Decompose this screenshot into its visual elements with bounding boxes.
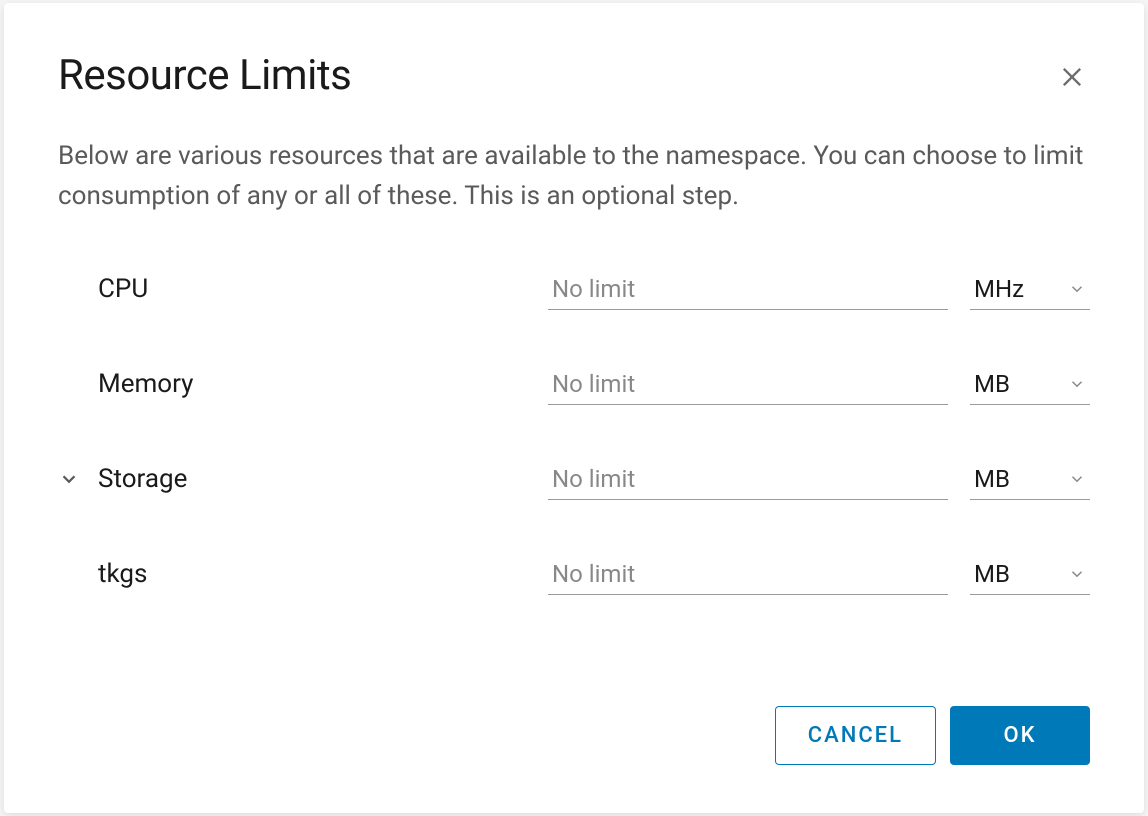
label-tkgs: tkgs xyxy=(58,559,548,589)
dialog-header: Resource Limits xyxy=(58,51,1090,100)
resource-limits-dialog: Resource Limits Below are various resour… xyxy=(4,3,1144,813)
close-button[interactable] xyxy=(1054,59,1090,95)
row-storage: Storage MB xyxy=(58,459,1090,500)
storage-expand-toggle[interactable] xyxy=(58,468,98,490)
dialog-footer: CANCEL OK xyxy=(58,706,1090,765)
input-col-cpu: MHz xyxy=(548,269,1090,310)
chevron-down-icon xyxy=(1068,375,1086,393)
tkgs-unit-value: MB xyxy=(974,560,1010,588)
cpu-unit-value: MHz xyxy=(974,275,1024,303)
tkgs-unit-select[interactable]: MB xyxy=(970,554,1090,595)
chevron-down-icon xyxy=(1068,470,1086,488)
label-storage-col: Storage xyxy=(58,464,548,494)
memory-input[interactable] xyxy=(548,364,948,405)
form-rows: CPU MHz Memory MB xyxy=(58,269,1090,595)
label-memory: Memory xyxy=(58,369,548,399)
storage-input[interactable] xyxy=(548,459,948,500)
row-memory: Memory MB xyxy=(58,364,1090,405)
input-col-tkgs: MB xyxy=(548,554,1090,595)
cpu-input[interactable] xyxy=(548,269,948,310)
dialog-title: Resource Limits xyxy=(58,51,351,100)
chevron-down-icon xyxy=(58,468,80,490)
ok-button[interactable]: OK xyxy=(950,706,1090,765)
storage-unit-select[interactable]: MB xyxy=(970,459,1090,500)
dialog-description: Below are various resources that are ava… xyxy=(58,136,1090,217)
input-col-storage: MB xyxy=(548,459,1090,500)
chevron-down-icon xyxy=(1068,565,1086,583)
tkgs-input[interactable] xyxy=(548,554,948,595)
chevron-down-icon xyxy=(1068,280,1086,298)
cpu-unit-select[interactable]: MHz xyxy=(970,269,1090,310)
memory-unit-value: MB xyxy=(974,370,1010,398)
label-cpu: CPU xyxy=(58,274,548,304)
cancel-button[interactable]: CANCEL xyxy=(775,706,936,765)
storage-unit-value: MB xyxy=(974,465,1010,493)
input-col-memory: MB xyxy=(548,364,1090,405)
close-icon xyxy=(1058,63,1086,91)
memory-unit-select[interactable]: MB xyxy=(970,364,1090,405)
label-storage: Storage xyxy=(98,464,187,494)
row-tkgs: tkgs MB xyxy=(58,554,1090,595)
row-cpu: CPU MHz xyxy=(58,269,1090,310)
